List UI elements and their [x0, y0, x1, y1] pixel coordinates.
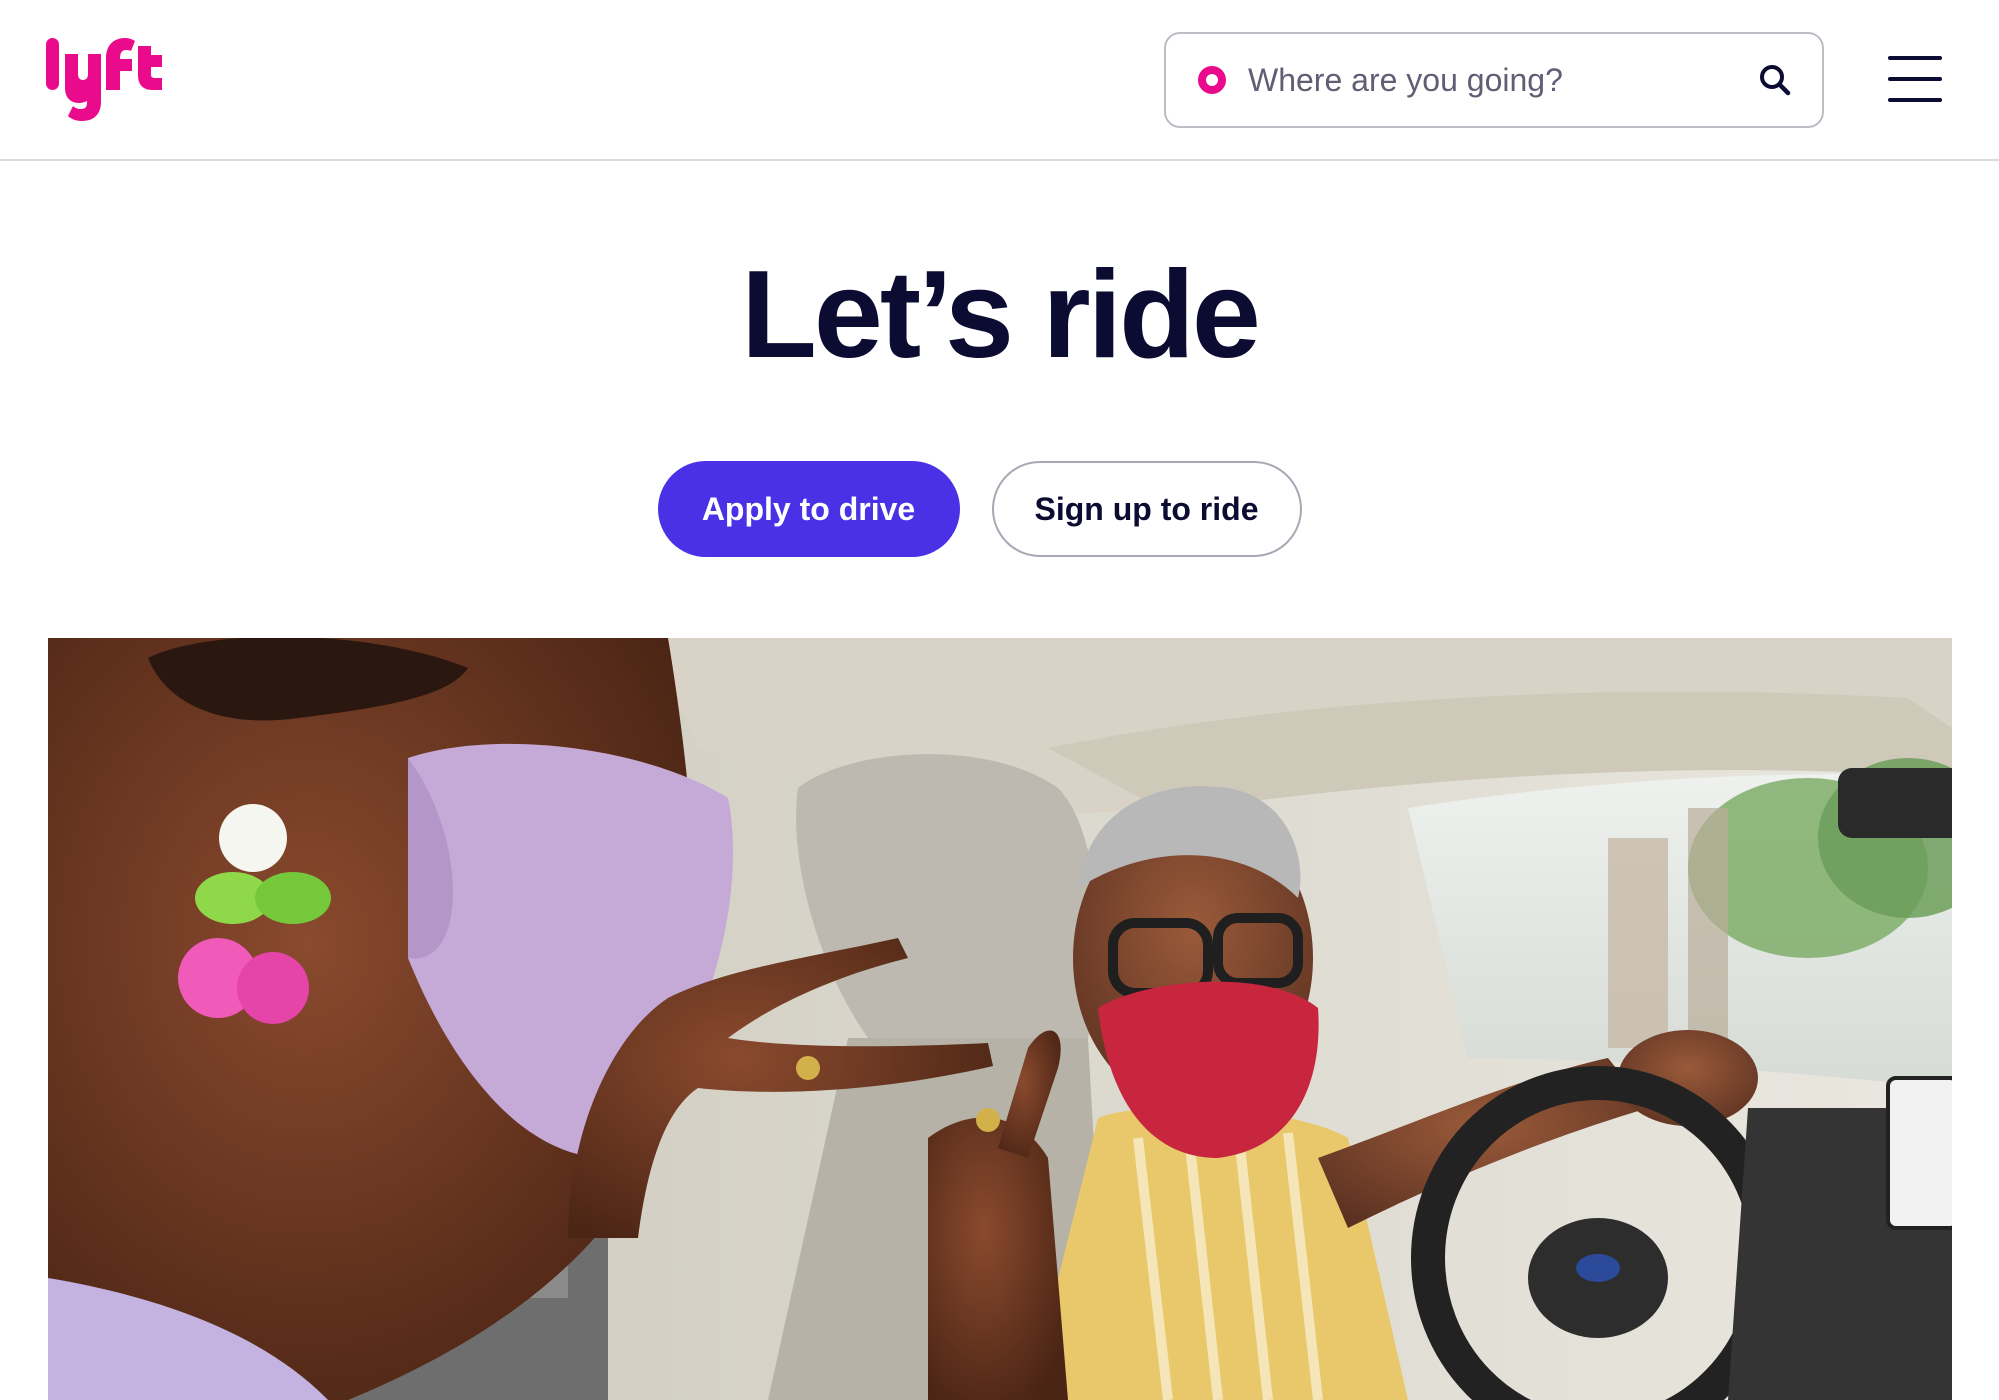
cta-buttons: Apply to drive Sign up to ride: [0, 461, 1999, 557]
destination-search[interactable]: [1164, 32, 1824, 128]
sign-up-to-ride-button[interactable]: Sign up to ride: [991, 461, 1302, 557]
menu-bar: [1888, 56, 1942, 60]
destination-input[interactable]: [1248, 61, 1758, 99]
location-dot-icon: [1198, 66, 1226, 94]
hero-photo-illustration: [48, 638, 1952, 1400]
hamburger-menu-icon[interactable]: [1888, 56, 1948, 102]
search-icon[interactable]: [1758, 63, 1792, 97]
menu-bar: [1888, 77, 1942, 81]
hero-title: Let’s ride: [741, 246, 1261, 384]
apply-to-drive-button[interactable]: Apply to drive: [657, 461, 960, 557]
menu-bar: [1888, 98, 1942, 102]
site-header: [0, 0, 1999, 161]
lyft-logo[interactable]: [46, 36, 166, 122]
hero-photo: [48, 638, 1952, 1400]
